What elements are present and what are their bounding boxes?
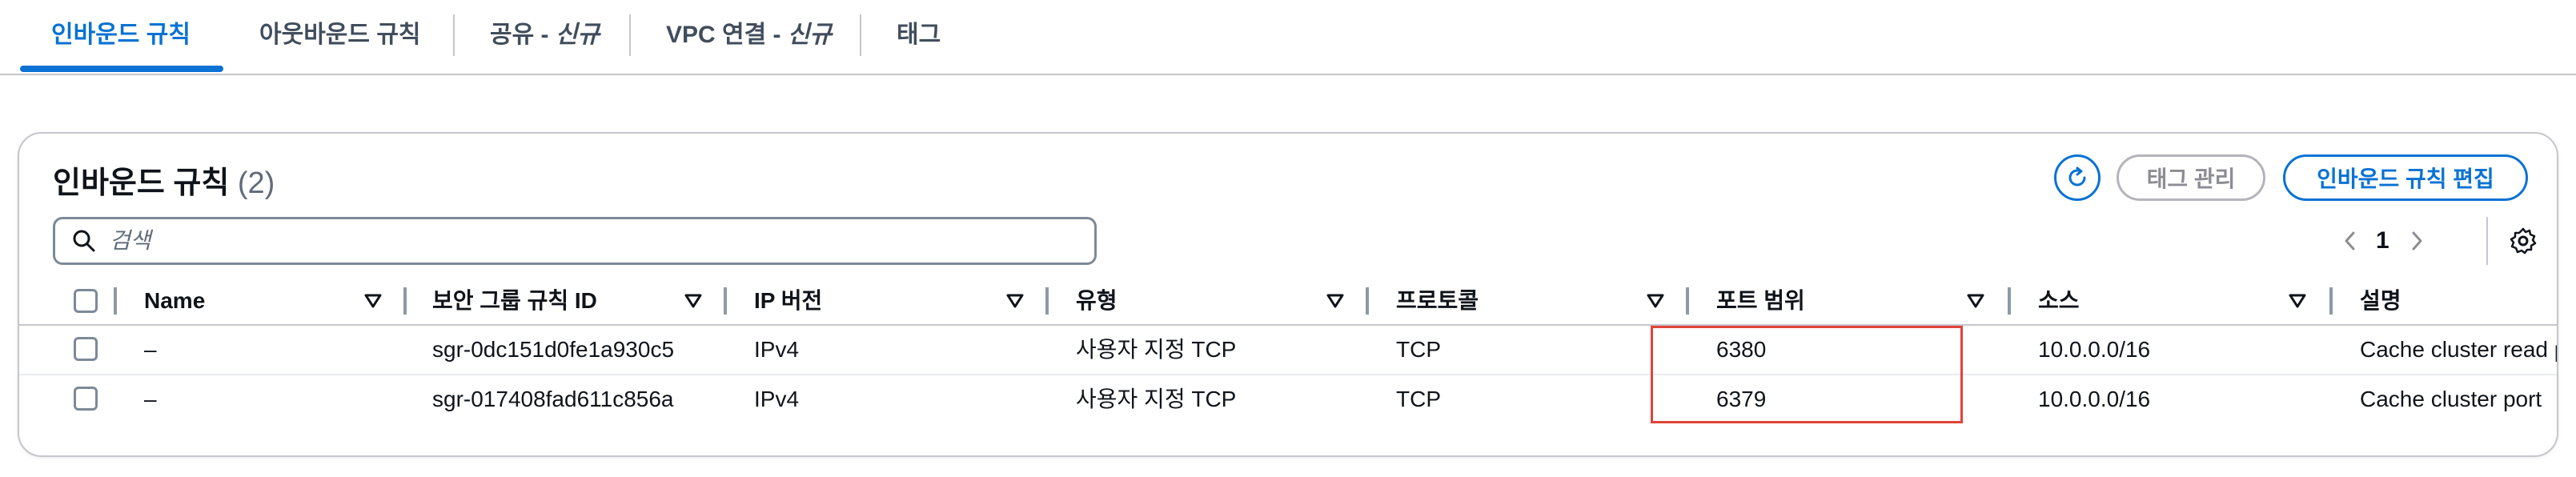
rule-count: (2) (237, 166, 275, 200)
cell-rule-id: sgr-017408fad611c856a (432, 387, 674, 411)
table-row[interactable]: – sgr-0dc151d0fe1a930c5 IPv4 사용자 지정 TCP … (19, 326, 2557, 375)
sort-down-icon[interactable] (684, 292, 703, 310)
cell-name: – (144, 387, 157, 411)
tab-vpc-label: VPC 연결 - (666, 22, 788, 48)
column-resizer[interactable] (1366, 287, 1369, 315)
cell-ip-version: IPv4 (754, 387, 800, 411)
edit-inbound-rules-button[interactable]: 인바운드 규칙 편집 (2283, 154, 2528, 201)
refresh-icon (2068, 166, 2086, 186)
column-header-source[interactable]: 소스 (2038, 278, 2080, 324)
sort-down-icon[interactable] (363, 292, 383, 310)
refresh-button[interactable] (2054, 154, 2101, 201)
panel-title-text: 인바운드 규칙 (53, 166, 230, 200)
cell-protocol: TCP (1396, 337, 1441, 362)
chevron-right-icon[interactable] (2407, 228, 2426, 254)
cell-ip-version: IPv4 (754, 337, 800, 362)
column-resizer[interactable] (724, 287, 727, 315)
chevron-left-icon[interactable] (2341, 228, 2360, 254)
tab-sharing-new: 신규 (555, 22, 600, 48)
sort-down-icon[interactable] (1005, 292, 1025, 310)
column-header-rule-id[interactable]: 보안 그룹 규칙 ID (432, 278, 597, 324)
column-header-ip-version[interactable]: IP 버전 (754, 278, 822, 324)
table-header: Name 보안 그룹 규칙 ID IP 버전 유형 프로토콜 포트 범위 소스 … (19, 278, 2557, 326)
column-resizer[interactable] (2329, 287, 2333, 315)
cell-type: 사용자 지정 TCP (1076, 387, 1237, 411)
tab-outbound-rules[interactable]: 아웃바운드 규칙 (259, 18, 421, 53)
column-header-protocol[interactable]: 프로토콜 (1396, 278, 1479, 324)
search-field[interactable] (53, 217, 1097, 265)
tab-sharing-label: 공유 - (490, 22, 556, 48)
row-checkbox[interactable] (74, 387, 98, 411)
tab-vpc-association[interactable]: VPC 연결 - 신규 (666, 18, 832, 53)
pagination-divider (2486, 217, 2488, 265)
cell-protocol: TCP (1396, 387, 1441, 411)
tab-inbound-rules[interactable]: 인바운드 규칙 (51, 18, 191, 53)
column-header-name[interactable]: Name (144, 278, 205, 324)
sort-down-icon[interactable] (2288, 292, 2307, 310)
sort-down-icon[interactable] (1966, 292, 1985, 310)
sort-down-icon[interactable] (1326, 292, 1345, 310)
cell-name: – (144, 337, 157, 362)
cell-port-range: 6380 (1716, 337, 1767, 362)
cell-rule-id: sgr-0dc151d0fe1a930c5 (432, 337, 675, 362)
select-all-checkbox[interactable] (74, 289, 98, 313)
column-resizer[interactable] (114, 287, 117, 315)
column-resizer[interactable] (2008, 287, 2011, 315)
cell-description: Cache cluster port (2360, 387, 2542, 411)
cell-port-range: 6379 (1716, 387, 1767, 411)
panel-title: 인바운드 규칙 (2) (53, 158, 275, 202)
column-header-port-range[interactable]: 포트 범위 (1716, 278, 1805, 324)
tab-divider (629, 14, 631, 56)
gear-icon[interactable] (2509, 226, 2538, 255)
current-page[interactable]: 1 (2376, 227, 2389, 255)
active-tab-indicator (20, 66, 223, 72)
search-icon (73, 230, 95, 252)
manage-tags-button[interactable]: 태그 관리 (2117, 154, 2265, 201)
cell-type: 사용자 지정 TCP (1076, 337, 1237, 362)
table-row[interactable]: – sgr-017408fad611c856a IPv4 사용자 지정 TCP … (19, 375, 2557, 423)
tab-tags[interactable]: 태그 (897, 18, 941, 53)
pagination: 1 (2341, 217, 2426, 265)
row-checkbox[interactable] (74, 337, 98, 361)
tab-sharing[interactable]: 공유 - 신규 (490, 18, 600, 53)
tab-divider (860, 14, 861, 56)
column-header-description[interactable]: 설명 (2360, 278, 2401, 324)
tab-bar: 인바운드 규칙 아웃바운드 규칙 공유 - 신규 VPC 연결 - 신규 태그 (0, 0, 2576, 75)
search-input[interactable] (108, 227, 1056, 255)
cell-source: 10.0.0.0/16 (2038, 337, 2151, 362)
cell-source: 10.0.0.0/16 (2038, 387, 2151, 411)
sort-down-icon[interactable] (1646, 292, 1665, 310)
cell-description: Cache cluster read port (2360, 337, 2557, 362)
column-resizer[interactable] (1686, 287, 1689, 315)
column-header-type[interactable]: 유형 (1076, 278, 1117, 324)
column-resizer[interactable] (403, 287, 407, 315)
tab-vpc-new: 신규 (787, 22, 833, 48)
column-resizer[interactable] (1045, 287, 1049, 315)
tab-divider (453, 14, 455, 56)
inbound-rules-container: 인바운드 규칙 (2) 태그 관리 인바운드 규칙 편집 1 Name (18, 132, 2558, 457)
